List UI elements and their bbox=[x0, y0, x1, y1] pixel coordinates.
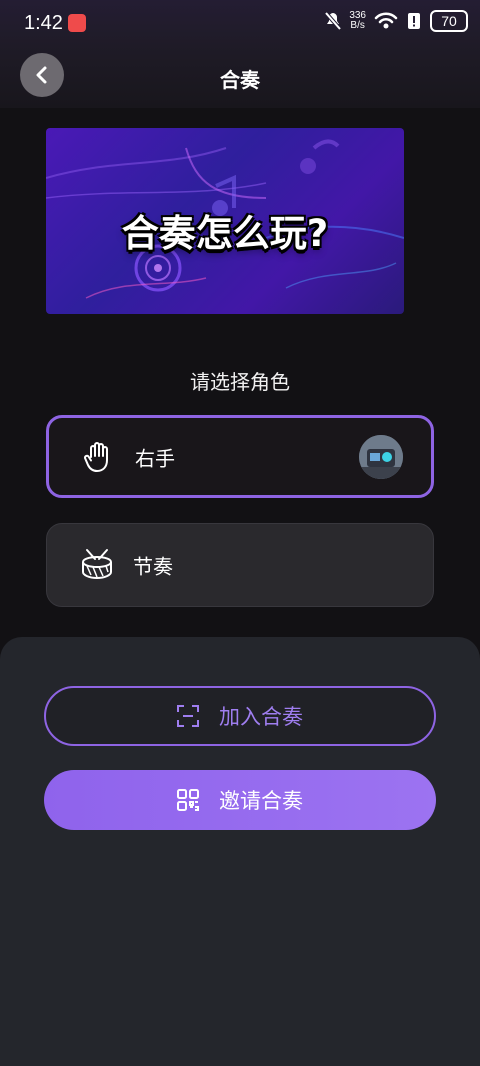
qr-code-icon bbox=[177, 789, 199, 811]
invite-ensemble-button[interactable]: 邀请合奏 bbox=[44, 770, 436, 830]
mute-icon bbox=[325, 12, 342, 30]
page-title: 合奏 bbox=[220, 68, 260, 92]
app-notification-icon bbox=[68, 14, 86, 32]
clock: 1:42 bbox=[24, 12, 63, 34]
avatar bbox=[359, 434, 403, 479]
invite-ensemble-label: 邀请合奏 bbox=[219, 789, 303, 813]
hand-icon bbox=[84, 441, 108, 472]
role-card-rhythm[interactable]: 节奏 bbox=[46, 523, 434, 607]
drum-icon bbox=[82, 549, 112, 580]
join-ensemble-label: 加入合奏 bbox=[219, 705, 303, 729]
status-indicators: 336 B/s 70 bbox=[325, 10, 468, 32]
alert-icon bbox=[408, 13, 420, 29]
role-card-right-hand[interactable]: 右手 bbox=[46, 415, 434, 498]
scan-icon bbox=[177, 705, 199, 727]
role-prompt: 请选择角色 bbox=[190, 370, 290, 394]
role-label-right-hand: 右手 bbox=[135, 446, 175, 470]
wifi-icon bbox=[374, 12, 398, 29]
banner-title: 合奏怎么玩? bbox=[121, 212, 329, 255]
status-bar: 1:42 336 B/s 70 bbox=[0, 0, 480, 46]
network-speed: 336 B/s bbox=[349, 10, 366, 31]
battery-indicator: 70 bbox=[430, 10, 468, 32]
avatar-image bbox=[359, 434, 403, 479]
how-to-play-banner[interactable]: 合奏怎么玩? bbox=[46, 128, 404, 314]
role-label-rhythm: 节奏 bbox=[133, 554, 173, 579]
join-ensemble-button[interactable]: 加入合奏 bbox=[44, 686, 436, 746]
